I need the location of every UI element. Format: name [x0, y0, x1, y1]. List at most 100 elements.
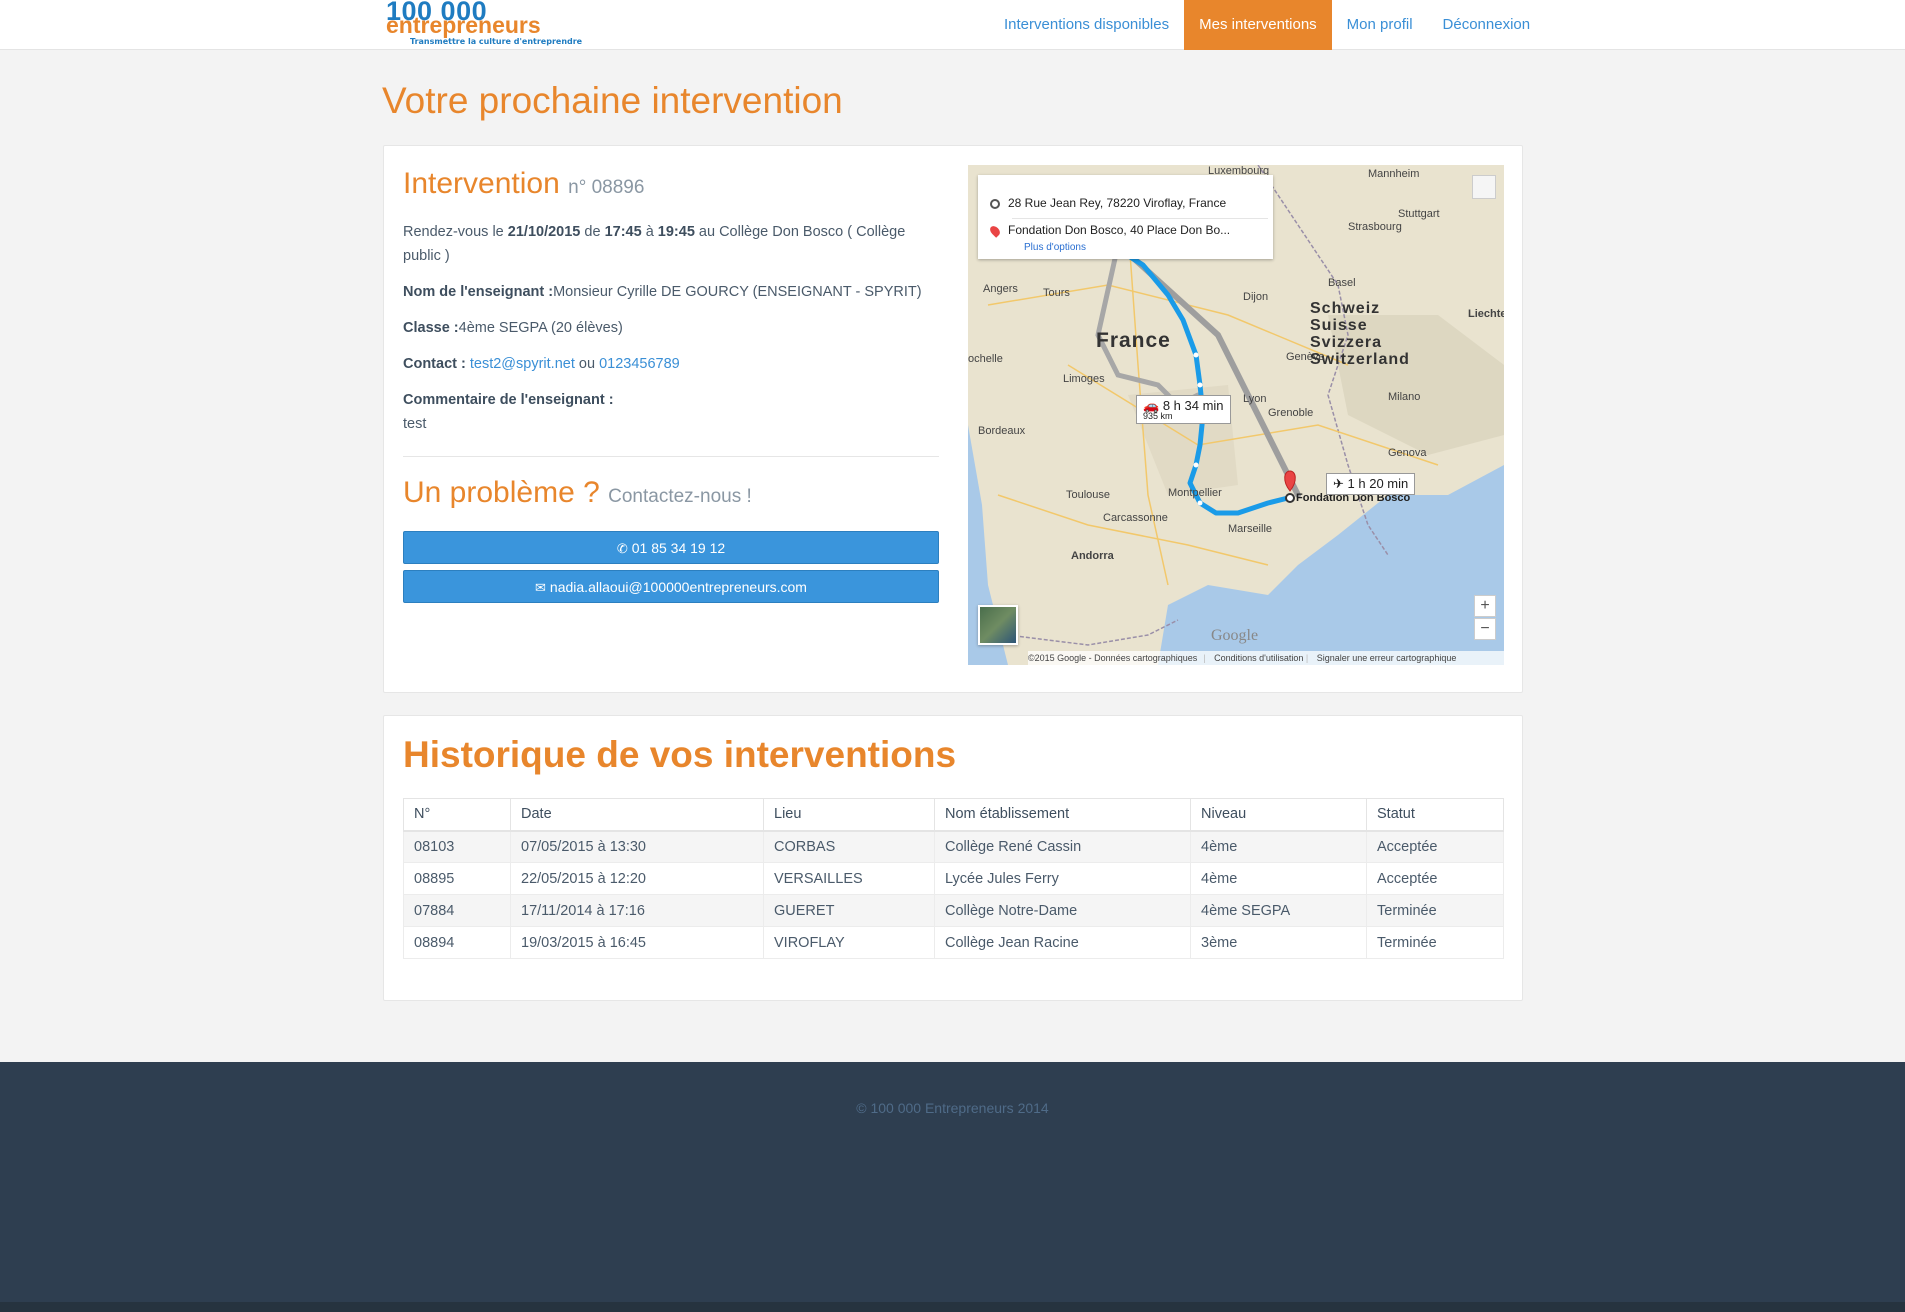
footer-bottom-bar: [0, 1302, 1905, 1312]
attribution-sep: |: [1203, 653, 1206, 663]
rdv-de: de: [584, 224, 601, 240]
map-city-grenoble: Grenoble: [1268, 407, 1314, 419]
col-lieu[interactable]: Lieu: [763, 798, 935, 832]
cell-lieu: GUERET: [763, 894, 935, 927]
table-row[interactable]: 08103 07/05/2015 à 13:30 CORBAS Collège …: [403, 830, 1504, 863]
history-title: Historique de vos interventions: [403, 734, 957, 775]
cell-niveau: 4ème SEGPA: [1190, 894, 1367, 927]
drive-time-box[interactable]: 🚗 8 h 34 min 935 km: [1136, 395, 1231, 424]
problem-heading: Un problème ? Contactez-nous !: [403, 475, 939, 515]
cell-number: 07884: [403, 894, 511, 927]
cell-number: 08895: [403, 862, 511, 895]
route-waypoint: [1197, 382, 1203, 388]
route-waypoint: [1193, 352, 1199, 358]
contact-or: ou: [578, 356, 596, 372]
zoom-out-button[interactable]: −: [1474, 618, 1496, 640]
attribution-sep: |: [1303, 653, 1309, 663]
nav-interventions-disponibles[interactable]: Interventions disponibles: [989, 0, 1184, 50]
phone-icon: ✆: [616, 541, 628, 556]
call-phone-button[interactable]: ✆ 01 85 34 19 12: [403, 531, 939, 564]
satellite-toggle[interactable]: [978, 605, 1018, 645]
swiss-label-de: Schweiz: [1310, 300, 1381, 317]
route-waypoint: [1193, 462, 1199, 468]
col-etablissement[interactable]: Nom établissement: [934, 798, 1191, 832]
rendezvous-line: Rendez-vous le 21/10/2015 de 17:45 à 19:…: [403, 220, 939, 268]
intervention-heading: Intervention n° 08896: [403, 166, 939, 206]
col-niveau[interactable]: Niveau: [1190, 798, 1367, 832]
problem-subtitle: Contactez-nous !: [608, 486, 752, 507]
origin-circle-icon: [990, 198, 1000, 209]
brand-logo[interactable]: 100 000 entrepreneurs Transmettre la cul…: [386, 0, 582, 48]
contact-label: Contact :: [403, 356, 466, 372]
map-city-andorra: Andorra: [1071, 550, 1114, 562]
teacher-label: Nom de l'enseignant :: [403, 284, 554, 300]
comment-value: test: [403, 416, 427, 432]
problem-title: Un problème ?: [403, 476, 600, 509]
spain-border: [1007, 619, 1179, 646]
cell-lieu: VIROFLAY: [763, 926, 935, 959]
map-terms-link[interactable]: Conditions d'utilisation: [1214, 653, 1303, 663]
more-options-link[interactable]: Plus d'options: [1024, 242, 1086, 253]
plane-icon: ✈: [1333, 476, 1344, 491]
col-date[interactable]: Date: [510, 798, 764, 832]
map-city-genova: Genova: [1388, 447, 1427, 459]
contact-phone-link[interactable]: 0123456789: [599, 356, 680, 372]
map-city-limoges: Limoges: [1063, 373, 1105, 385]
map-city-dijon: Dijon: [1243, 291, 1269, 303]
map-attribution: ©2015 Google - Données cartographiques | …: [1028, 651, 1504, 665]
main-nav: Interventions disponibles Mes interventi…: [989, 0, 1545, 50]
cell-statut: Terminée: [1366, 894, 1504, 927]
map-country-switzerland: Schweiz Suisse Svizzera Switzerland: [1310, 300, 1410, 368]
nav-mon-profil[interactable]: Mon profil: [1332, 0, 1428, 50]
zoom-in-button[interactable]: +: [1474, 595, 1496, 617]
direction-destination[interactable]: Fondation Don Bosco, 40 Place Don Bo...: [988, 219, 1230, 241]
cell-number: 08103: [403, 830, 511, 863]
destination-dot: [1285, 493, 1295, 503]
class-line: Classe :4ème SEGPA (20 élèves): [403, 316, 939, 340]
map-city-toulouse: Toulouse: [1066, 489, 1111, 501]
contact-email-link[interactable]: test2@spyrit.net: [470, 356, 575, 372]
swiss-label-fr: Suisse: [1310, 317, 1368, 334]
cell-statut: Acceptée: [1366, 830, 1504, 863]
table-row[interactable]: 08895 22/05/2015 à 12:20 VERSAILLES Lycé…: [403, 862, 1504, 895]
nav-mes-interventions[interactable]: Mes interventions: [1184, 0, 1332, 50]
contact-line: Contact : test2@spyrit.net ou 0123456789: [403, 352, 939, 376]
cell-niveau: 3ème: [1190, 926, 1367, 959]
intervention-details: Intervention n° 08896 Rendez-vous le 21/…: [403, 166, 939, 603]
cell-date: 19/03/2015 à 16:45: [510, 926, 764, 959]
col-statut[interactable]: Statut: [1366, 798, 1504, 832]
footer-copyright: © 100 000 Entrepreneurs 2014: [856, 1100, 1049, 1116]
page-footer: © 100 000 Entrepreneurs 2014: [0, 1062, 1905, 1312]
map-city-montpellier: Montpellier: [1168, 487, 1222, 499]
direction-origin[interactable]: 28 Rue Jean Rey, 78220 Viroflay, France: [990, 192, 1226, 214]
table-row[interactable]: 08894 19/03/2015 à 16:45 VIROFLAY Collèg…: [403, 926, 1504, 959]
table-header-row: N° Date Lieu Nom établissement Niveau St…: [403, 798, 1504, 832]
phone-button-label: 01 85 34 19 12: [631, 540, 726, 556]
flight-time-box[interactable]: ✈ 1 h 20 min: [1326, 473, 1416, 495]
col-number[interactable]: N°: [403, 798, 511, 832]
send-email-button[interactable]: ✉ nadia.allaoui@100000entrepreneurs.com: [403, 570, 939, 603]
route-map[interactable]: Luxembourg Mannheim Stuttgart Strasbourg…: [968, 165, 1504, 665]
cell-lieu: CORBAS: [763, 830, 935, 863]
cell-date: 07/05/2015 à 13:30: [510, 830, 764, 863]
cell-etablissement: Collège Jean Racine: [934, 926, 1191, 959]
map-city-rochelle: ochelle: [968, 353, 1003, 365]
history-table: N° Date Lieu Nom établissement Niveau St…: [403, 798, 1504, 959]
map-report-link[interactable]: Signaler une erreur cartographique: [1317, 653, 1457, 663]
cell-etablissement: Collège Notre-Dame: [934, 894, 1191, 927]
street-view-pegman-icon[interactable]: [1472, 175, 1496, 199]
rdv-prefix: Rendez-vous le: [403, 224, 504, 240]
intervention-number: n° 08896: [568, 177, 645, 198]
section-divider: [403, 456, 939, 457]
rdv-date: 21/10/2015: [507, 224, 581, 240]
map-city-bordeaux: Bordeaux: [978, 425, 1026, 437]
table-row[interactable]: 07884 17/11/2014 à 17:16 GUERET Collège …: [403, 894, 1504, 927]
cell-statut: Terminée: [1366, 926, 1504, 959]
class-label: Classe :: [403, 320, 459, 336]
comment-block: Commentaire de l'enseignant : test: [403, 388, 939, 436]
nav-deconnexion[interactable]: Déconnexion: [1428, 0, 1546, 50]
destination-pin-icon: [988, 224, 1002, 238]
rdv-end-time: 19:45: [657, 224, 695, 240]
rdv-start-time: 17:45: [604, 224, 642, 240]
cell-date: 22/05/2015 à 12:20: [510, 862, 764, 895]
